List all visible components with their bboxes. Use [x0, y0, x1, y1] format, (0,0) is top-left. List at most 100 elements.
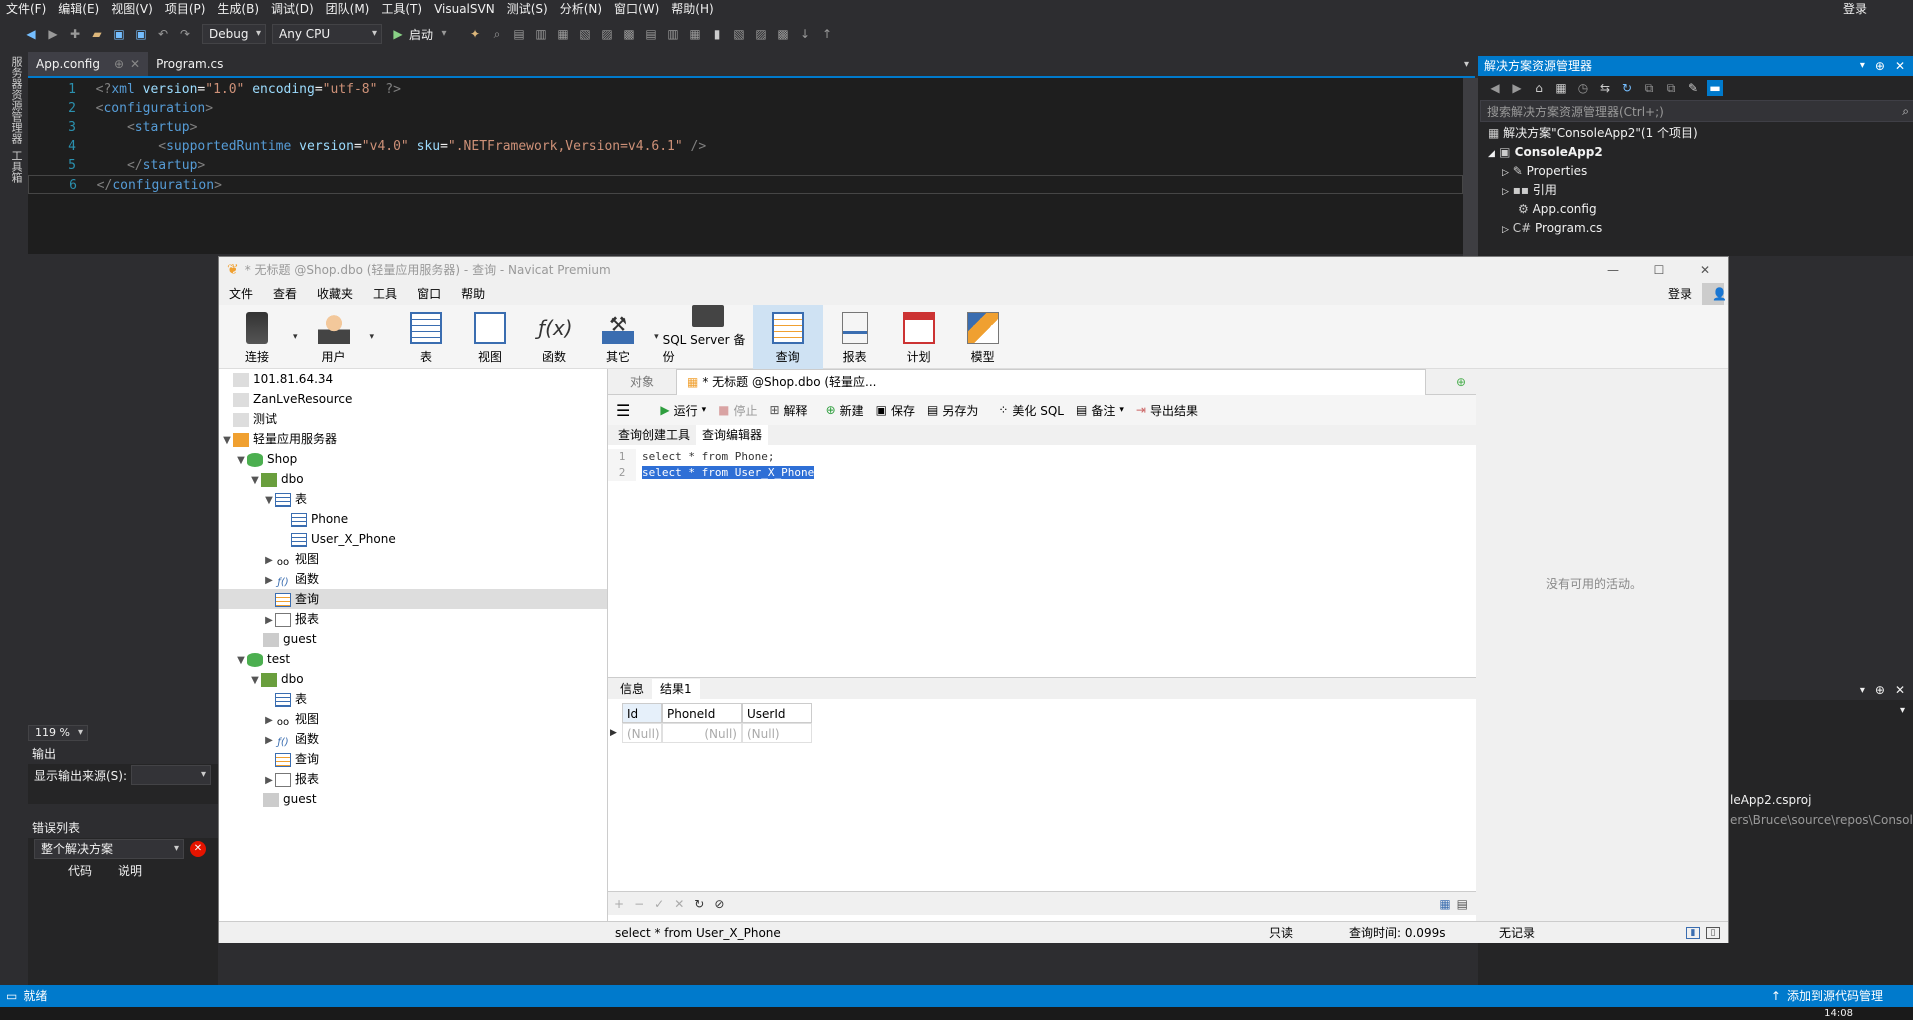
menu-analyze[interactable]: 分析(N)	[554, 0, 608, 18]
tree-views-2[interactable]: ▶ oo 视图	[219, 709, 607, 729]
collapse-icon[interactable]: ▷	[1502, 225, 1509, 235]
expand-icon[interactable]: ▼	[263, 491, 275, 511]
explain-button[interactable]: ⊞ 解释	[769, 402, 807, 419]
menu-tools[interactable]: 工具(T)	[375, 0, 428, 18]
node-references[interactable]: ▷ ▪▪ 引用	[1488, 181, 1913, 200]
ribbon-user[interactable]: 用户	[302, 305, 366, 369]
dropdown-icon[interactable]: ▾	[1860, 685, 1865, 696]
table-row[interactable]: ▶ (Null) (Null) (Null)	[610, 723, 1476, 743]
new-button[interactable]: ⊕ 新建	[826, 402, 864, 419]
menu-team[interactable]: 团队(M)	[320, 0, 376, 18]
save-button[interactable]: ▣ 保存	[876, 402, 915, 419]
delete-row-icon[interactable]: −	[634, 897, 644, 911]
dropdown-icon[interactable]: ▾	[1860, 56, 1865, 76]
tree-tables-2[interactable]: 表	[219, 689, 607, 709]
maximize-button[interactable]: ☐	[1636, 257, 1682, 283]
open-file-icon[interactable]: ▰	[89, 26, 105, 42]
toolbar-icon-3[interactable]: ▦	[555, 26, 571, 42]
start-icon[interactable]: ▶	[390, 26, 406, 42]
close-button[interactable]: ✕	[1682, 257, 1728, 283]
arrow-down-icon[interactable]: ↓	[797, 26, 813, 42]
dropdown-icon[interactable]: ▾	[1900, 705, 1905, 716]
tree-tables[interactable]: ▼ 表	[219, 489, 607, 509]
close-icon[interactable]: ✕	[130, 52, 140, 76]
save-all-icon[interactable]: ▣	[133, 26, 149, 42]
comment-button[interactable]: ▤ 备注 ▾	[1076, 402, 1124, 419]
solution-search-input[interactable]: 搜索解决方案资源管理器(Ctrl+;)	[1480, 100, 1913, 122]
node-app-config[interactable]: ⚙ App.config	[1488, 200, 1913, 219]
menu-help[interactable]: 帮助(H)	[665, 0, 719, 18]
tree-schema-dbo-2[interactable]: ▼ dbo	[219, 669, 607, 689]
toolbar-icon-8[interactable]: ▥	[665, 26, 681, 42]
toolbar-icon-10[interactable]: ▧	[731, 26, 747, 42]
sql-line[interactable]: 2 select * from User_X_Phone	[608, 465, 1476, 481]
pin-icon[interactable]: ⊕	[114, 52, 124, 76]
collapse-icon[interactable]: ▶	[263, 771, 275, 791]
save-as-button[interactable]: ▤ 另存为	[927, 402, 978, 419]
dropdown-icon[interactable]: ▾	[436, 26, 452, 42]
collapse-icon[interactable]: ▶	[263, 611, 275, 631]
tree-conn-1[interactable]: 101.81.64.34	[219, 369, 607, 389]
refresh-icon[interactable]: ↻	[694, 897, 704, 911]
nav-menu-view[interactable]: 查看	[263, 283, 307, 305]
discard-icon[interactable]: ✕	[674, 897, 684, 911]
menu-build[interactable]: 生成(B)	[211, 0, 265, 18]
node-properties[interactable]: ▷ ✎ Properties	[1488, 162, 1913, 181]
layout-split-icon[interactable]: ▮	[1686, 926, 1700, 939]
tree-queries-2[interactable]: 查询	[219, 749, 607, 769]
start-button[interactable]: 启动	[409, 26, 433, 43]
editor-scrollbar[interactable]	[1463, 78, 1479, 258]
form-view-icon[interactable]: ▤	[1457, 897, 1468, 911]
redo-icon[interactable]: ↷	[177, 26, 193, 42]
add-to-source-control[interactable]: 添加到源代码管理	[1787, 985, 1883, 1007]
ribbon-table[interactable]: 表	[394, 305, 458, 369]
tab-program-cs[interactable]: Program.cs	[148, 52, 231, 76]
preview-icon[interactable]: ▬	[1707, 80, 1723, 96]
tree-conn-server[interactable]: ▼ 轻量应用服务器	[219, 429, 607, 449]
switch-views-icon[interactable]: ▦	[1553, 80, 1569, 96]
new-project-icon[interactable]: ✚	[67, 26, 83, 42]
tree-functions-2[interactable]: ▶ ƒ() 函数	[219, 729, 607, 749]
menu-test[interactable]: 测试(S)	[501, 0, 554, 18]
undo-icon[interactable]: ↶	[155, 26, 171, 42]
tree-reports[interactable]: ▶ 报表	[219, 609, 607, 629]
ribbon-view[interactable]: 视图	[458, 305, 522, 369]
nav-menu-help[interactable]: 帮助	[451, 283, 495, 305]
errors-scope-select[interactable]: 整个解决方案	[34, 839, 184, 859]
grid-col-id[interactable]: Id	[622, 703, 662, 723]
sql-editor[interactable]: 1 select * from Phone; 2 select * from User…	[608, 445, 1476, 677]
ribbon-dropdown-icon[interactable]: ▾	[370, 332, 375, 342]
code-editor[interactable]: 1 <?xml version="1.0" encoding="utf-8" ?…	[28, 78, 1463, 254]
toolbar-icon-4[interactable]: ▧	[577, 26, 593, 42]
code-line[interactable]: 3 <startup>	[28, 118, 1463, 137]
apply-icon[interactable]: ✓	[654, 897, 664, 911]
properties-icon[interactable]: ✎	[1685, 80, 1701, 96]
tree-conn-2[interactable]: ZanLveResource	[219, 389, 607, 409]
save-icon[interactable]: ▣	[111, 26, 127, 42]
layout-side-icon[interactable]: ▯	[1706, 926, 1720, 939]
back-icon[interactable]: ◀	[23, 26, 39, 42]
dropdown-icon[interactable]: ▾	[1119, 405, 1124, 415]
collapse-icon[interactable]: ▶	[263, 711, 275, 731]
run-button[interactable]: ▶ 运行 ▾	[660, 402, 706, 419]
tab-result1[interactable]: 结果1	[652, 678, 700, 699]
error-filter-icon[interactable]: ✕	[190, 841, 206, 857]
source-control-icon[interactable]: ↑	[1771, 985, 1781, 1007]
nav-menu-favorites[interactable]: 收藏夹	[307, 283, 363, 305]
tree-schema-guest[interactable]: guest	[219, 629, 607, 649]
toolbox-tab[interactable]: 工具箱	[8, 150, 24, 183]
toolbar-icon-6[interactable]: ▩	[621, 26, 637, 42]
tree-functions[interactable]: ▶ ƒ() 函数	[219, 569, 607, 589]
collapse-all-icon[interactable]: ⧉	[1641, 80, 1657, 96]
expand-icon[interactable]: ▼	[235, 451, 247, 471]
tree-reports-2[interactable]: ▶ 报表	[219, 769, 607, 789]
menu-visualsvn[interactable]: VisualSVN	[428, 0, 501, 18]
tab-objects[interactable]: 对象	[608, 369, 676, 395]
collapse-icon[interactable]: ▷	[1502, 187, 1509, 197]
toolbar-icon-2[interactable]: ▥	[533, 26, 549, 42]
grid-view-icon[interactable]: ▦	[1439, 897, 1450, 911]
search-icon[interactable]: ⌕	[1902, 104, 1909, 119]
toolbar-icon-1[interactable]: ▤	[511, 26, 527, 42]
tree-views[interactable]: ▶ oo 视图	[219, 549, 607, 569]
attach-icon[interactable]: ✦	[467, 26, 483, 42]
